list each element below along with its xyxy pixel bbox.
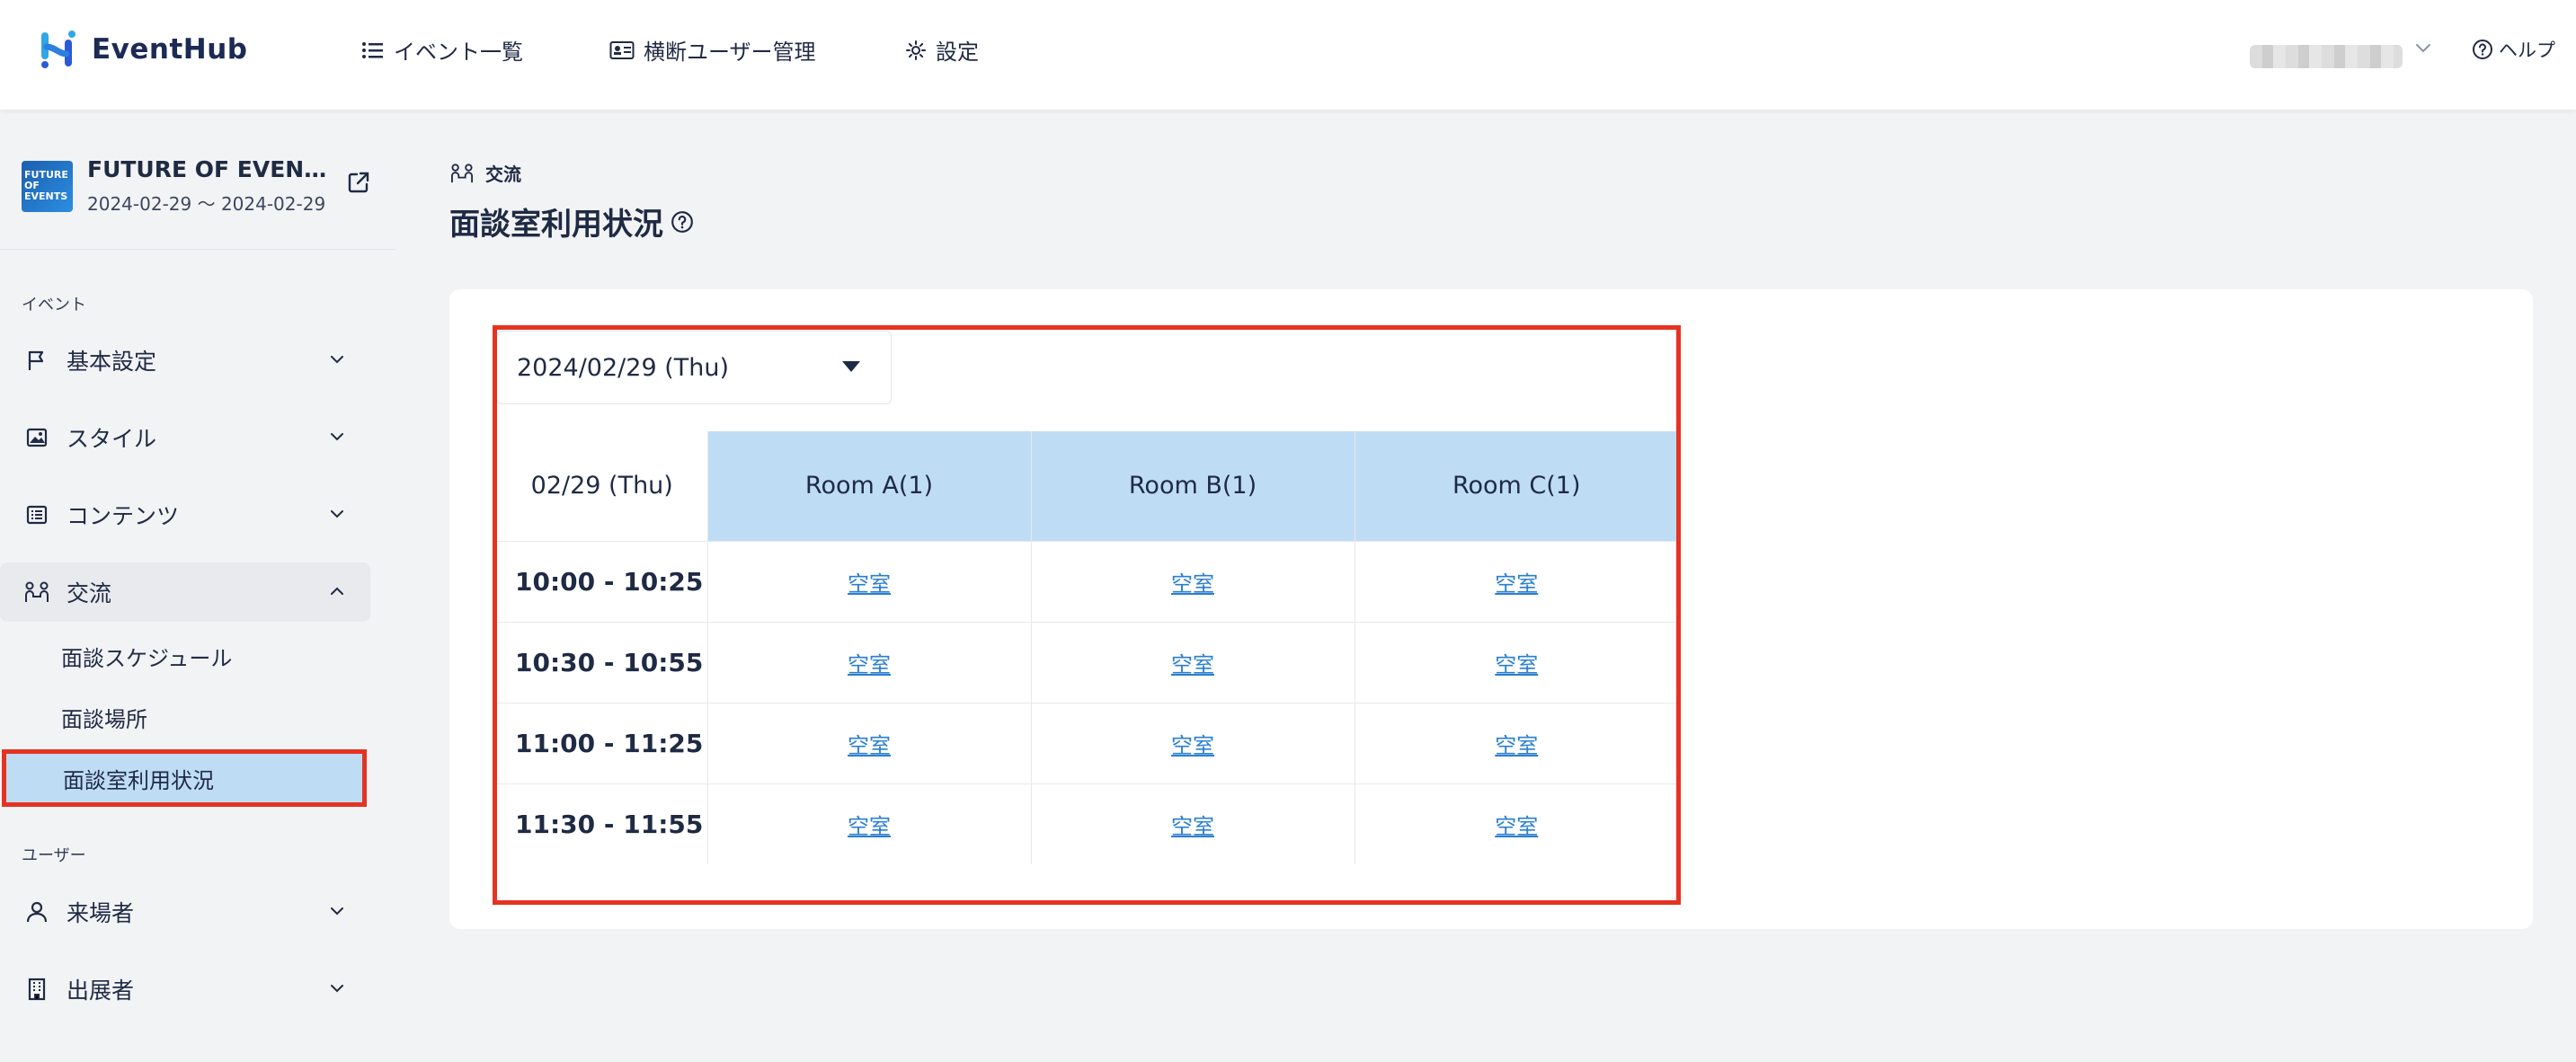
sidebar-item-label: 出展者 xyxy=(67,978,135,1004)
help-icon xyxy=(2473,40,2492,59)
sidebar-item-label: コンテンツ xyxy=(67,503,180,529)
chevron-down-icon xyxy=(331,907,343,916)
sidebar-item-label: 基本設定 xyxy=(67,349,157,375)
account-menu-toggle[interactable] xyxy=(2414,41,2432,54)
sidebar: FUTURE OF EVENTS FUTURE OF EVEN… 2024-02… xyxy=(0,110,395,1062)
document-list-icon xyxy=(26,505,48,525)
sidebar-item-label: スタイル xyxy=(67,426,157,452)
list-icon xyxy=(362,41,383,58)
sidebar-subitem-meeting-room-status[interactable]: 面談室利用状況 xyxy=(2,749,367,807)
nav-settings[interactable]: 設定 xyxy=(905,34,979,66)
app-name: EventHub xyxy=(92,33,248,66)
sidebar-item-label: 交流 xyxy=(67,580,112,606)
nav-cross-user-management[interactable]: 横断ユーザー管理 xyxy=(609,34,816,66)
section-label-event: イベント xyxy=(22,296,86,314)
user-account-name-blurred[interactable] xyxy=(2250,45,2403,68)
highlight-box xyxy=(493,325,1681,905)
id-card-icon xyxy=(609,40,635,59)
sidebar-item-style[interactable]: スタイル xyxy=(0,408,370,467)
nav-settings-label: 設定 xyxy=(936,40,979,65)
networking-icon xyxy=(451,163,473,182)
flag-icon xyxy=(28,350,44,370)
nav-event-list-label: イベント一覧 xyxy=(394,40,523,65)
breadcrumb: 交流 xyxy=(449,160,521,186)
sidebar-subitem-meeting-schedule[interactable]: 面談スケジュール xyxy=(0,627,369,685)
help-icon[interactable] xyxy=(671,210,694,234)
sidebar-item-label: 来場者 xyxy=(67,900,135,926)
external-link-icon[interactable] xyxy=(346,170,371,195)
event-dates: 2024-02-29 ～ 2024-02-29 xyxy=(87,193,326,215)
person-icon xyxy=(26,901,48,923)
help-label: ヘルプ xyxy=(2499,40,2555,61)
page-title: 面談室利用状況 xyxy=(449,199,694,243)
chevron-down-icon xyxy=(331,985,343,993)
chevron-down-icon xyxy=(331,356,343,364)
page-title-text: 面談室利用状況 xyxy=(449,207,663,243)
event-thumbnail: FUTURE OF EVENTS xyxy=(22,160,73,212)
chevron-down-icon xyxy=(331,510,343,518)
chevron-down-icon xyxy=(331,433,343,441)
sidebar-item-contents[interactable]: コンテンツ xyxy=(0,485,370,544)
breadcrumb-label: 交流 xyxy=(485,164,521,185)
top-bar: EventHub イベント一覧 横断ユーザー管理 設定 ヘルプ xyxy=(0,0,2576,110)
sidebar-subitem-meeting-location[interactable]: 面談場所 xyxy=(0,688,369,746)
event-title: FUTURE OF EVEN… xyxy=(87,156,327,182)
nav-event-list[interactable]: イベント一覧 xyxy=(361,34,523,66)
app-logo[interactable]: EventHub xyxy=(38,27,248,72)
gear-icon xyxy=(906,40,926,60)
sidebar-item-networking[interactable]: 交流 xyxy=(0,562,370,622)
chevron-up-icon xyxy=(331,587,343,595)
sidebar-item-visitors[interactable]: 来場者 xyxy=(0,882,370,942)
help-link[interactable]: ヘルプ xyxy=(2472,36,2555,63)
section-label-user: ユーザー xyxy=(22,846,86,865)
event-card[interactable]: FUTURE OF EVENTS FUTURE OF EVEN… 2024-02… xyxy=(22,156,330,216)
building-icon xyxy=(28,978,46,1001)
sidebar-divider xyxy=(0,249,395,250)
sidebar-item-basic-settings[interactable]: 基本設定 xyxy=(0,331,370,390)
networking-icon xyxy=(25,581,49,602)
eventhub-logo-icon xyxy=(41,31,76,68)
chevron-down-icon xyxy=(2416,44,2430,53)
image-icon xyxy=(26,428,48,447)
sidebar-item-exhibitors[interactable]: 出展者 xyxy=(0,960,370,1019)
nav-cross-user-management-label: 横断ユーザー管理 xyxy=(644,40,816,65)
